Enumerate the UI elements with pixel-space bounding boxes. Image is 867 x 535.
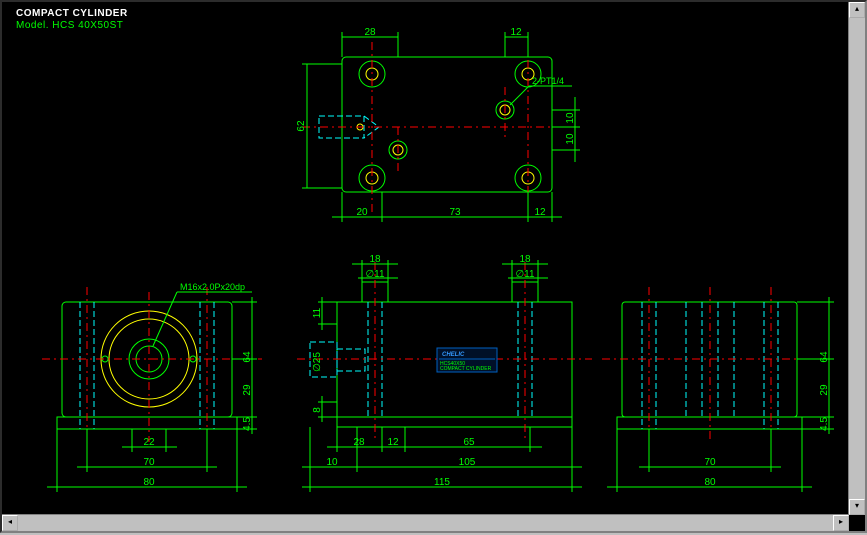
front-right-view: 64 29 4.5 70 80 bbox=[602, 287, 834, 492]
svg-text:∅11: ∅11 bbox=[365, 269, 385, 280]
horizontal-scrollbar[interactable]: ◂ ▸ bbox=[2, 514, 849, 531]
svg-text:COMPACT CYLINDER: COMPACT CYLINDER bbox=[440, 366, 492, 372]
svg-text:70: 70 bbox=[704, 457, 716, 468]
svg-text:28: 28 bbox=[353, 437, 365, 448]
svg-text:80: 80 bbox=[704, 477, 716, 488]
svg-text:29: 29 bbox=[819, 384, 830, 396]
svg-text:4.5: 4.5 bbox=[242, 417, 253, 431]
svg-text:105: 105 bbox=[459, 457, 476, 468]
svg-text:22: 22 bbox=[143, 437, 155, 448]
svg-text:∅11: ∅11 bbox=[515, 269, 535, 280]
svg-text:73: 73 bbox=[449, 207, 461, 218]
cad-viewport[interactable]: COMPACT CYLINDER Model. HCS 40X50ST 28 1… bbox=[0, 0, 867, 533]
svg-text:20: 20 bbox=[356, 207, 368, 218]
svg-text:8: 8 bbox=[312, 407, 323, 413]
scroll-right-button[interactable]: ▸ bbox=[833, 515, 849, 531]
svg-text:64: 64 bbox=[819, 351, 830, 363]
svg-text:11: 11 bbox=[312, 307, 323, 318]
svg-text:CHELIC: CHELIC bbox=[442, 352, 465, 358]
front-left-view: M16x2.0Px20dp 64 29 4.5 22 70 80 bbox=[42, 282, 262, 492]
vertical-scrollbar[interactable]: ▴ ▾ bbox=[848, 2, 865, 515]
svg-text:10: 10 bbox=[326, 457, 338, 468]
svg-text:28: 28 bbox=[364, 27, 376, 38]
svg-text:12: 12 bbox=[510, 27, 522, 38]
svg-text:12: 12 bbox=[387, 437, 399, 448]
svg-text:18: 18 bbox=[519, 254, 531, 265]
svg-text:4.5: 4.5 bbox=[819, 417, 830, 431]
scroll-left-button[interactable]: ◂ bbox=[2, 515, 18, 531]
front-middle-view: CHELIC HCS40X50 COMPACT CYLINDER 18 18 ∅… bbox=[297, 254, 592, 492]
svg-text:M16x2.0Px20dp: M16x2.0Px20dp bbox=[180, 282, 245, 292]
svg-text:10: 10 bbox=[565, 133, 576, 145]
scroll-up-button[interactable]: ▴ bbox=[849, 2, 865, 18]
top-view: 28 12 20 73 12 62 10 10 2-PT1/4 bbox=[296, 27, 582, 222]
svg-text:115: 115 bbox=[434, 477, 450, 488]
svg-text:∅25: ∅25 bbox=[312, 352, 323, 372]
svg-text:62: 62 bbox=[296, 120, 307, 132]
svg-text:10: 10 bbox=[565, 112, 576, 124]
svg-text:70: 70 bbox=[143, 457, 155, 468]
svg-text:12: 12 bbox=[534, 207, 546, 218]
svg-text:80: 80 bbox=[143, 477, 155, 488]
drawing-svg: 28 12 20 73 12 62 10 10 2-PT1/4 M16x2.0P… bbox=[2, 2, 867, 535]
scroll-down-button[interactable]: ▾ bbox=[849, 499, 865, 515]
svg-text:65: 65 bbox=[463, 437, 475, 448]
svg-text:64: 64 bbox=[242, 351, 253, 363]
svg-text:18: 18 bbox=[369, 254, 381, 265]
svg-text:2-PT1/4: 2-PT1/4 bbox=[532, 76, 564, 86]
svg-text:29: 29 bbox=[242, 384, 253, 396]
